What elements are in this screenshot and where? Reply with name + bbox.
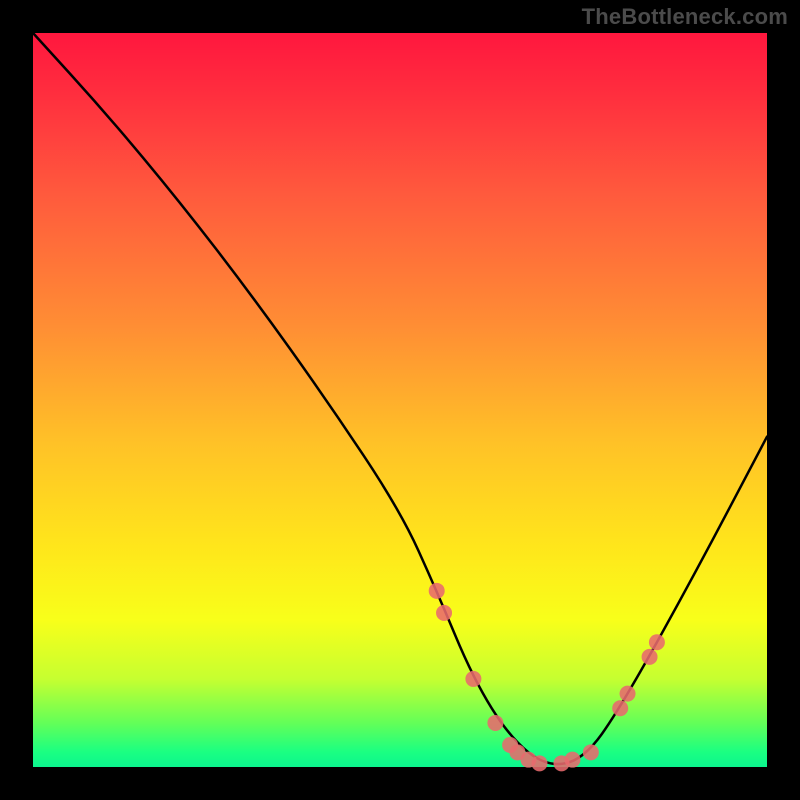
data-marker	[649, 634, 665, 650]
data-marker	[531, 755, 547, 771]
data-marker	[465, 671, 481, 687]
data-marker	[620, 686, 636, 702]
data-marker	[429, 583, 445, 599]
data-marker	[436, 605, 452, 621]
branding-watermark: TheBottleneck.com	[582, 4, 788, 30]
data-marker	[564, 752, 580, 768]
data-marker	[583, 744, 599, 760]
data-marker	[642, 649, 658, 665]
data-marker	[487, 715, 503, 731]
data-marker	[612, 700, 628, 716]
plot-area	[33, 33, 767, 767]
curve-layer	[33, 33, 767, 767]
chart-frame: TheBottleneck.com	[0, 0, 800, 800]
marker-group	[429, 583, 665, 771]
